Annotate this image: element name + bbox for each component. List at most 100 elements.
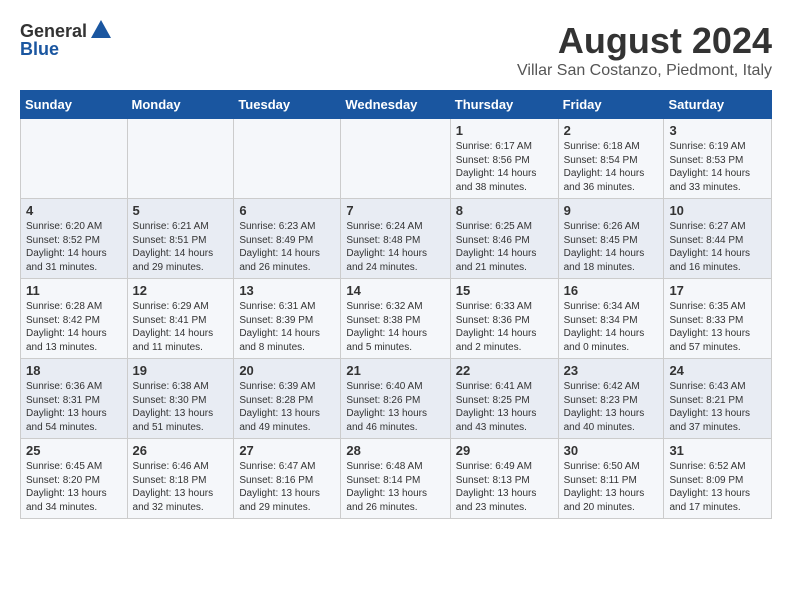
cell-content: Sunrise: 6:50 AM Sunset: 8:11 PM Dayligh… xyxy=(564,460,659,514)
calendar-cell: 29 Sunrise: 6:49 AM Sunset: 8:13 PM Dayli… xyxy=(450,439,558,519)
cell-content: Sunrise: 6:48 AM Sunset: 8:14 PM Dayligh… xyxy=(346,460,444,514)
calendar-week-row: 18 Sunrise: 6:36 AM Sunset: 8:31 PM Dayli… xyxy=(21,359,772,439)
calendar-cell: 3 Sunrise: 6:19 AM Sunset: 8:53 PM Daylig… xyxy=(664,119,772,199)
calendar-cell: 10 Sunrise: 6:27 AM Sunset: 8:44 PM Dayli… xyxy=(664,199,772,279)
cell-content: Sunrise: 6:35 AM Sunset: 8:33 PM Dayligh… xyxy=(669,300,766,354)
cell-content: Sunrise: 6:39 AM Sunset: 8:28 PM Dayligh… xyxy=(239,380,335,434)
calendar-cell: 2Sunrise: 6:18 AM Sunset: 8:54 PM Daylig… xyxy=(558,119,664,199)
calendar-cell: 12 Sunrise: 6:29 AM Sunset: 8:41 PM Dayli… xyxy=(127,279,234,359)
calendar-cell: 7 Sunrise: 6:24 AM Sunset: 8:48 PM Daylig… xyxy=(341,199,450,279)
calendar-cell: 8 Sunrise: 6:25 AM Sunset: 8:46 PM Daylig… xyxy=(450,199,558,279)
day-header-friday: Friday xyxy=(558,91,664,119)
day-number: 20 xyxy=(239,363,335,378)
calendar-cell: 9 Sunrise: 6:26 AM Sunset: 8:45 PM Daylig… xyxy=(558,199,664,279)
day-number: 3 xyxy=(669,123,766,138)
cell-content: Sunrise: 6:21 AM Sunset: 8:51 PM Dayligh… xyxy=(133,220,229,274)
calendar-week-row: 4Sunrise: 6:20 AM Sunset: 8:52 PM Daylig… xyxy=(21,199,772,279)
calendar-cell: 30 Sunrise: 6:50 AM Sunset: 8:11 PM Dayli… xyxy=(558,439,664,519)
calendar-cell: 27 Sunrise: 6:47 AM Sunset: 8:16 PM Dayli… xyxy=(234,439,341,519)
calendar-cell: 14 Sunrise: 6:32 AM Sunset: 8:38 PM Dayli… xyxy=(341,279,450,359)
day-number: 10 xyxy=(669,203,766,218)
day-number: 7 xyxy=(346,203,444,218)
day-number: 25 xyxy=(26,443,122,458)
day-number: 26 xyxy=(133,443,229,458)
calendar-cell xyxy=(127,119,234,199)
cell-content: Sunrise: 6:38 AM Sunset: 8:30 PM Dayligh… xyxy=(133,380,229,434)
cell-content: Sunrise: 6:42 AM Sunset: 8:23 PM Dayligh… xyxy=(564,380,659,434)
cell-content: Sunrise: 6:43 AM Sunset: 8:21 PM Dayligh… xyxy=(669,380,766,434)
day-header-monday: Monday xyxy=(127,91,234,119)
cell-content: Sunrise: 6:40 AM Sunset: 8:26 PM Dayligh… xyxy=(346,380,444,434)
calendar-cell: 28Sunrise: 6:48 AM Sunset: 8:14 PM Dayli… xyxy=(341,439,450,519)
calendar-cell: 5Sunrise: 6:21 AM Sunset: 8:51 PM Daylig… xyxy=(127,199,234,279)
day-header-thursday: Thursday xyxy=(450,91,558,119)
cell-content: Sunrise: 6:26 AM Sunset: 8:45 PM Dayligh… xyxy=(564,220,659,274)
day-header-tuesday: Tuesday xyxy=(234,91,341,119)
calendar-week-row: 25 Sunrise: 6:45 AM Sunset: 8:20 PM Dayli… xyxy=(21,439,772,519)
calendar-cell: 19 Sunrise: 6:38 AM Sunset: 8:30 PM Dayli… xyxy=(127,359,234,439)
cell-content: Sunrise: 6:52 AM Sunset: 8:09 PM Dayligh… xyxy=(669,460,766,514)
day-number: 15 xyxy=(456,283,553,298)
calendar-cell: 18 Sunrise: 6:36 AM Sunset: 8:31 PM Dayli… xyxy=(21,359,128,439)
cell-content: Sunrise: 6:28 AM Sunset: 8:42 PM Dayligh… xyxy=(26,300,122,354)
day-number: 6 xyxy=(239,203,335,218)
cell-content: Sunrise: 6:32 AM Sunset: 8:38 PM Dayligh… xyxy=(346,300,444,354)
day-header-wednesday: Wednesday xyxy=(341,91,450,119)
day-number: 30 xyxy=(564,443,659,458)
day-number: 21 xyxy=(346,363,444,378)
calendar-cell: 11Sunrise: 6:28 AM Sunset: 8:42 PM Dayli… xyxy=(21,279,128,359)
calendar-cell: 22 Sunrise: 6:41 AM Sunset: 8:25 PM Dayli… xyxy=(450,359,558,439)
day-number: 16 xyxy=(564,283,659,298)
cell-content: Sunrise: 6:29 AM Sunset: 8:41 PM Dayligh… xyxy=(133,300,229,354)
day-number: 24 xyxy=(669,363,766,378)
cell-content: Sunrise: 6:41 AM Sunset: 8:25 PM Dayligh… xyxy=(456,380,553,434)
day-number: 31 xyxy=(669,443,766,458)
calendar-cell xyxy=(234,119,341,199)
cell-content: Sunrise: 6:34 AM Sunset: 8:34 PM Dayligh… xyxy=(564,300,659,354)
calendar-table: SundayMondayTuesdayWednesdayThursdayFrid… xyxy=(20,90,772,519)
cell-content: Sunrise: 6:47 AM Sunset: 8:16 PM Dayligh… xyxy=(239,460,335,514)
cell-content: Sunrise: 6:33 AM Sunset: 8:36 PM Dayligh… xyxy=(456,300,553,354)
cell-content: Sunrise: 6:49 AM Sunset: 8:13 PM Dayligh… xyxy=(456,460,553,514)
calendar-cell: 1Sunrise: 6:17 AM Sunset: 8:56 PM Daylig… xyxy=(450,119,558,199)
calendar-cell: 4Sunrise: 6:20 AM Sunset: 8:52 PM Daylig… xyxy=(21,199,128,279)
day-number: 8 xyxy=(456,203,553,218)
day-number: 19 xyxy=(133,363,229,378)
day-header-sunday: Sunday xyxy=(21,91,128,119)
calendar-cell: 13Sunrise: 6:31 AM Sunset: 8:39 PM Dayli… xyxy=(234,279,341,359)
day-number: 23 xyxy=(564,363,659,378)
calendar-cell: 23 Sunrise: 6:42 AM Sunset: 8:23 PM Dayli… xyxy=(558,359,664,439)
day-number: 18 xyxy=(26,363,122,378)
cell-content: Sunrise: 6:36 AM Sunset: 8:31 PM Dayligh… xyxy=(26,380,122,434)
month-title: August 2024 xyxy=(517,20,772,62)
title-section: August 2024 Villar San Costanzo, Piedmon… xyxy=(517,20,772,80)
day-number: 17 xyxy=(669,283,766,298)
location-subtitle: Villar San Costanzo, Piedmont, Italy xyxy=(517,62,772,80)
day-number: 1 xyxy=(456,123,553,138)
day-number: 14 xyxy=(346,283,444,298)
cell-content: Sunrise: 6:25 AM Sunset: 8:46 PM Dayligh… xyxy=(456,220,553,274)
logo-blue-text: Blue xyxy=(20,39,59,60)
day-number: 22 xyxy=(456,363,553,378)
cell-content: Sunrise: 6:18 AM Sunset: 8:54 PM Dayligh… xyxy=(564,140,659,194)
day-number: 29 xyxy=(456,443,553,458)
calendar-week-row: 11Sunrise: 6:28 AM Sunset: 8:42 PM Dayli… xyxy=(21,279,772,359)
calendar-header-row: SundayMondayTuesdayWednesdayThursdayFrid… xyxy=(21,91,772,119)
logo-triangle-icon xyxy=(91,20,111,43)
cell-content: Sunrise: 6:20 AM Sunset: 8:52 PM Dayligh… xyxy=(26,220,122,274)
day-header-saturday: Saturday xyxy=(664,91,772,119)
calendar-cell: 21 Sunrise: 6:40 AM Sunset: 8:26 PM Dayli… xyxy=(341,359,450,439)
page-header: General Blue August 2024 Villar San Cost… xyxy=(20,20,772,80)
calendar-cell: 15 Sunrise: 6:33 AM Sunset: 8:36 PM Dayli… xyxy=(450,279,558,359)
day-number: 12 xyxy=(133,283,229,298)
cell-content: Sunrise: 6:19 AM Sunset: 8:53 PM Dayligh… xyxy=(669,140,766,194)
day-number: 27 xyxy=(239,443,335,458)
day-number: 9 xyxy=(564,203,659,218)
cell-content: Sunrise: 6:31 AM Sunset: 8:39 PM Dayligh… xyxy=(239,300,335,354)
logo: General Blue xyxy=(20,20,111,60)
calendar-cell: 20 Sunrise: 6:39 AM Sunset: 8:28 PM Dayli… xyxy=(234,359,341,439)
cell-content: Sunrise: 6:24 AM Sunset: 8:48 PM Dayligh… xyxy=(346,220,444,274)
cell-content: Sunrise: 6:45 AM Sunset: 8:20 PM Dayligh… xyxy=(26,460,122,514)
cell-content: Sunrise: 6:27 AM Sunset: 8:44 PM Dayligh… xyxy=(669,220,766,274)
cell-content: Sunrise: 6:23 AM Sunset: 8:49 PM Dayligh… xyxy=(239,220,335,274)
